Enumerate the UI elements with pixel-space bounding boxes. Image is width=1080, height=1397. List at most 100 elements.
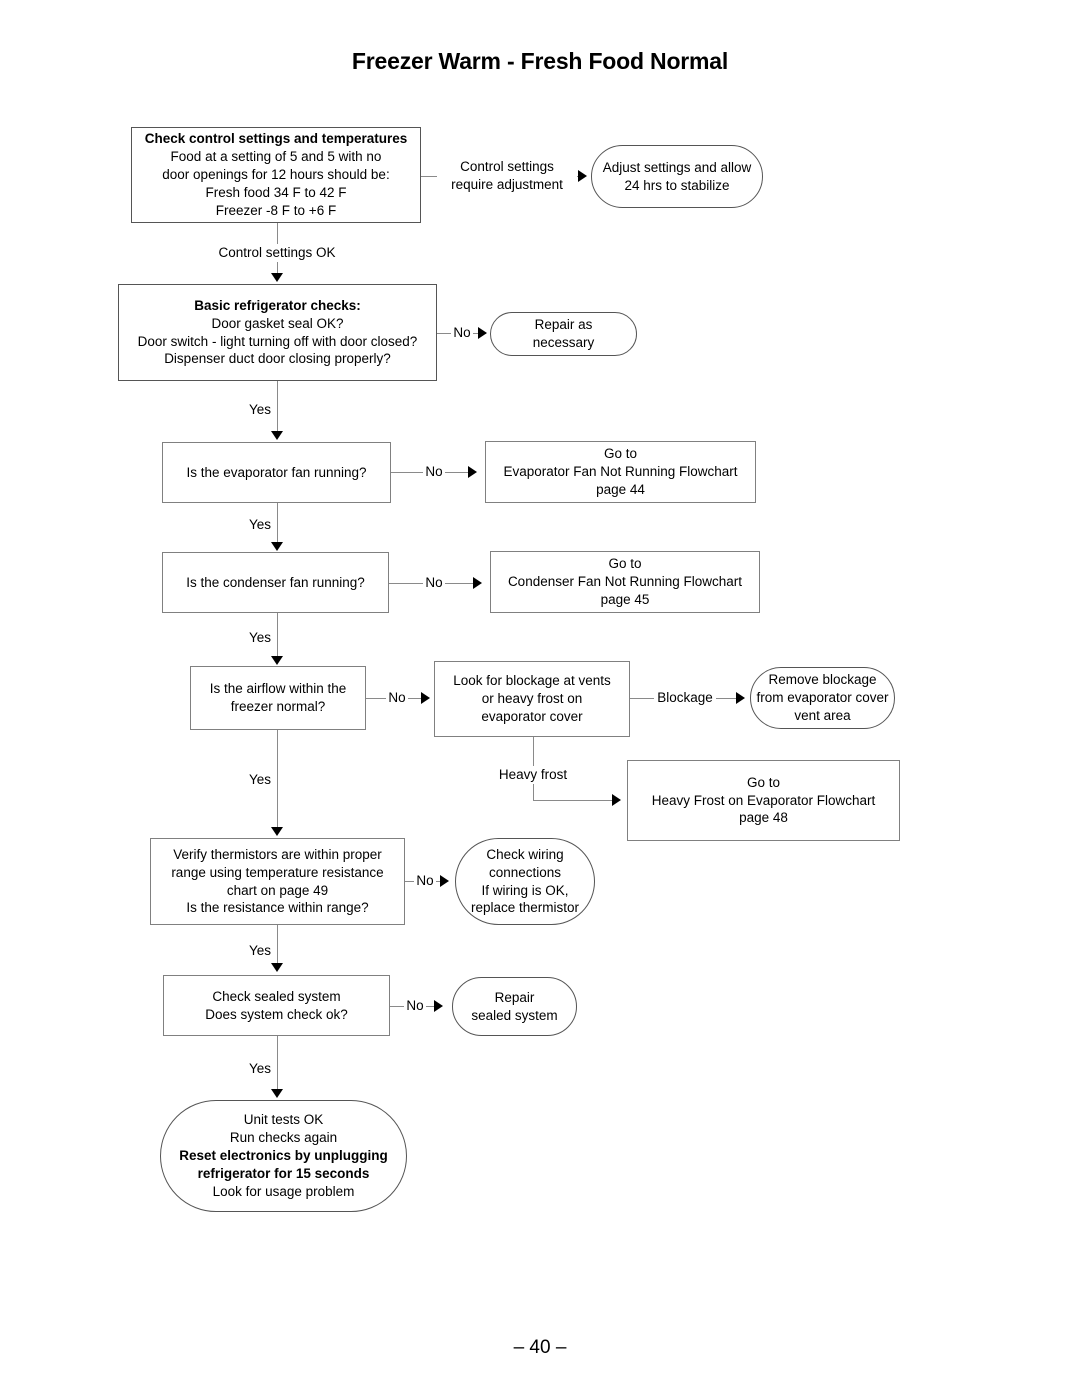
- edge-label-no-condenser: No: [423, 574, 445, 592]
- edge-label-no-sealed: No: [404, 997, 426, 1015]
- node-line: Verify thermistors are within proper: [173, 846, 382, 862]
- edge-label-line: Control settings OK: [218, 245, 336, 260]
- node-line: Basic refrigerator checks:: [194, 297, 361, 313]
- arrow-right-icon: [421, 692, 430, 704]
- edge-label-control-settings-ok: Control settings OK: [209, 244, 345, 262]
- arrow-down-icon: [271, 273, 283, 282]
- node-check-control-settings: Check control settings and temperatures …: [131, 127, 421, 223]
- node-line: Look for blockage at vents: [453, 673, 611, 689]
- node-line: Does system check ok?: [205, 1006, 348, 1022]
- node-evaporator-fan-flowchart: Go to Evaporator Fan Not Running Flowcha…: [485, 441, 756, 503]
- node-line: or heavy frost on: [481, 691, 583, 707]
- node-unit-tests-ok: Unit tests OK Run checks again Reset ele…: [160, 1100, 407, 1212]
- node-line: Adjust settings and allow: [602, 159, 752, 175]
- node-line: page 44: [596, 481, 645, 497]
- arrow-down-icon: [271, 963, 283, 972]
- edge-blockage-heavyfrost-horizontal: [533, 800, 614, 801]
- node-line: range using temperature resistance: [171, 864, 384, 880]
- edge-label-heavy-frost: Heavy frost: [492, 766, 574, 784]
- node-line: Door switch - light turning off with doo…: [137, 333, 418, 349]
- node-line: necessary: [532, 335, 595, 350]
- node-heavy-frost-flowchart: Go to Heavy Frost on Evaporator Flowchar…: [627, 760, 900, 841]
- arrow-right-icon: [468, 466, 477, 478]
- edge-label-line: require adjustment: [451, 176, 563, 192]
- node-is-condenser-fan-running: Is the condenser fan running?: [162, 552, 389, 613]
- edge-label-yes-evaporator: Yes: [247, 516, 273, 534]
- node-line: Go to: [603, 446, 638, 462]
- node-line: Repair as: [534, 317, 593, 333]
- edge-label-no-airflow: No: [386, 689, 408, 707]
- node-line: sealed system: [471, 1007, 558, 1023]
- node-condenser-fan-flowchart: Go to Condenser Fan Not Running Flowchar…: [490, 551, 760, 613]
- edge-label-yes-thermistor: Yes: [247, 942, 273, 960]
- edge-label-line: Control settings: [460, 159, 554, 174]
- node-line: Go to: [608, 556, 642, 572]
- edge-label-line: Yes: [248, 1061, 272, 1076]
- arrow-right-icon: [612, 794, 621, 806]
- node-line: Remove blockage: [768, 672, 877, 688]
- node-verify-thermistors: Verify thermistors are within proper ran…: [150, 838, 405, 925]
- node-line: Go to: [746, 774, 781, 790]
- edge-label-line: No: [406, 998, 424, 1013]
- arrow-down-icon: [271, 656, 283, 665]
- node-line: Condenser Fan Not Running Flowchart: [507, 574, 743, 590]
- edge-label-line: Yes: [248, 943, 272, 958]
- node-line: Check wiring: [486, 846, 564, 862]
- node-check-sealed-system: Check sealed system Does system check ok…: [163, 975, 390, 1036]
- node-remove-blockage: Remove blockage from evaporator cover ve…: [750, 667, 895, 729]
- edge-condenser-to-airflow: [277, 613, 278, 658]
- node-repair-as-necessary: Repair as necessary: [490, 312, 637, 356]
- node-line: 24 hrs to stabilize: [624, 177, 730, 193]
- arrow-right-icon: [434, 1000, 443, 1012]
- node-line: refrigerator for 15 seconds: [197, 1165, 370, 1181]
- node-line: page 48: [739, 810, 788, 826]
- edge-basic-to-evaporator: [277, 381, 278, 433]
- node-line: Food at a setting of 5 and 5 with no: [170, 149, 382, 165]
- arrow-down-icon: [271, 542, 283, 551]
- node-line: Is the evaporator fan running?: [186, 464, 367, 480]
- edge-label-no-basic: No: [451, 324, 473, 342]
- edge-label-yes-basic: Yes: [247, 401, 273, 419]
- arrow-right-icon: [578, 170, 587, 182]
- edge-label-line: No: [425, 464, 443, 479]
- node-line: Run checks again: [229, 1130, 338, 1146]
- edge-label-line: No: [416, 873, 434, 888]
- node-line: evaporator cover: [481, 708, 583, 724]
- edge-label-blockage: Blockage: [654, 689, 716, 707]
- node-line: Evaporator Fan Not Running Flowchart: [503, 464, 738, 480]
- edge-label-no-evaporator: No: [423, 463, 445, 481]
- node-is-evaporator-fan-running: Is the evaporator fan running?: [162, 442, 391, 503]
- node-is-airflow-normal: Is the airflow within the freezer normal…: [190, 666, 366, 730]
- node-line: Heavy Frost on Evaporator Flowchart: [651, 792, 876, 808]
- edge-label-line: Yes: [248, 630, 272, 645]
- node-line: Look for usage problem: [212, 1183, 355, 1199]
- node-line: door openings for 12 hours should be:: [162, 167, 390, 183]
- node-line: Door gasket seal OK?: [211, 315, 344, 331]
- node-line: Is the airflow within the: [209, 681, 347, 697]
- arrow-down-icon: [271, 1089, 283, 1098]
- edge-label-control-settings-require-adjustment: Control settings require adjustment: [437, 158, 577, 194]
- node-line: Unit tests OK: [243, 1112, 324, 1128]
- edge-label-line: Yes: [248, 517, 272, 532]
- node-line: Check sealed system: [212, 988, 341, 1004]
- edge-label-line: No: [425, 575, 443, 590]
- node-line: Check control settings and temperatures: [144, 131, 408, 147]
- page-title: Freezer Warm - Fresh Food Normal: [351, 48, 729, 74]
- node-line: Dispenser duct door closing properly?: [164, 351, 391, 367]
- node-line: Freezer -8 F to +6 F: [215, 202, 337, 218]
- edge-evaporator-to-condenser: [277, 503, 278, 544]
- arrow-right-icon: [440, 875, 449, 887]
- node-adjust-settings: Adjust settings and allow 24 hrs to stab…: [591, 145, 763, 208]
- node-line: vent area: [794, 707, 851, 723]
- node-line: freezer normal?: [230, 699, 326, 714]
- node-line: Fresh food 34 F to 42 F: [205, 184, 347, 200]
- arrow-right-icon: [473, 577, 482, 589]
- node-line: Is the resistance within range?: [186, 900, 369, 916]
- node-line: replace thermistor: [470, 900, 580, 916]
- edge-label-no-thermistor: No: [414, 872, 436, 890]
- edge-label-yes-condenser: Yes: [247, 629, 273, 647]
- node-line: Reset electronics by unplugging: [179, 1148, 388, 1164]
- node-line: page 45: [600, 591, 650, 607]
- edge-label-line: No: [388, 690, 406, 705]
- edge-thermistors-to-sealed: [277, 925, 278, 965]
